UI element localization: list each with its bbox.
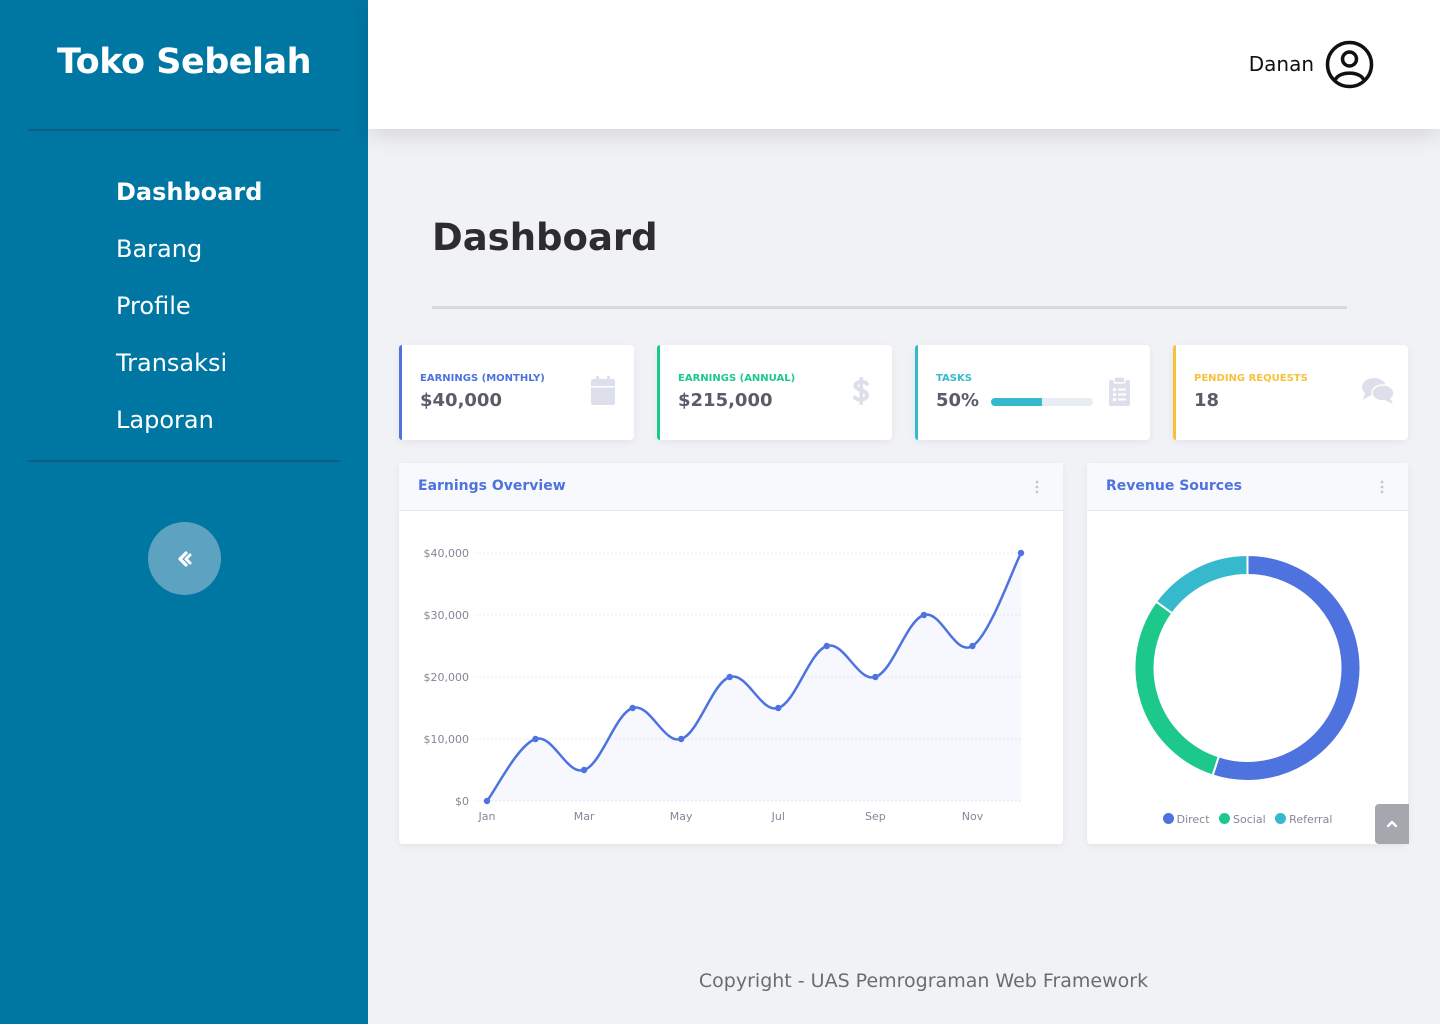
topbar: Danan: [368, 0, 1440, 129]
revenue-sources-panel: Revenue Sources Direct Social Referral: [1087, 463, 1408, 844]
card-accent-bar: [657, 345, 660, 440]
legend-label: Referral: [1289, 813, 1333, 826]
tasks-progress-fill: [991, 398, 1042, 406]
sidebar-item-transaksi[interactable]: Transaksi: [116, 343, 262, 400]
data-point: [1017, 549, 1025, 557]
comments-icon: [1362, 378, 1395, 404]
panel-header: Revenue Sources: [1087, 463, 1408, 511]
user-circle-icon[interactable]: [1325, 40, 1374, 89]
card-value: 18: [1194, 390, 1220, 411]
legend-item-direct[interactable]: Direct: [1162, 813, 1210, 826]
user-name[interactable]: Danan: [1249, 52, 1314, 76]
y-tick-label: $30,000: [424, 609, 470, 622]
legend-item-social[interactable]: Social: [1219, 813, 1266, 826]
card-value: $40,000: [420, 390, 502, 411]
scroll-to-top-button[interactable]: [1375, 804, 1409, 844]
y-tick-label: $20,000: [424, 671, 470, 684]
panel-title: Earnings Overview: [418, 478, 566, 494]
legend-dot: [1219, 813, 1231, 824]
card-tasks: Tasks 50%: [915, 345, 1150, 440]
legend-label: Social: [1233, 813, 1266, 826]
card-value: 50%: [936, 390, 980, 411]
title-divider: [432, 306, 1347, 309]
data-point: [920, 611, 928, 619]
x-tick-label: Nov: [962, 810, 984, 823]
card-label: Pending Requests: [1194, 373, 1308, 384]
panel-title: Revenue Sources: [1106, 478, 1242, 494]
card-accent-bar: [915, 345, 918, 440]
calendar-icon: [591, 376, 615, 405]
card-pending-requests: Pending Requests 18: [1173, 345, 1408, 440]
chart-legend: Direct Social Referral: [1087, 813, 1408, 826]
donut-slice-social: [1133, 600, 1221, 777]
x-tick-label: Sep: [865, 810, 886, 823]
legend-dot: [1162, 813, 1174, 824]
panel-header: Earnings Overview: [399, 463, 1063, 511]
data-point: [677, 735, 685, 743]
revenue-donut-chart: [1133, 553, 1362, 782]
dollar-icon: [853, 377, 870, 405]
tasks-progress-bar: [991, 398, 1093, 406]
card-label: Earnings (Annual): [678, 373, 796, 384]
x-tick-label: Mar: [574, 810, 595, 823]
x-tick-label: Jan: [478, 810, 496, 823]
card-accent-bar: [1173, 345, 1176, 440]
legend-dot: [1275, 813, 1287, 824]
sidebar-nav: Dashboard Barang Profile Transaksi Lapor…: [116, 172, 262, 457]
data-point: [726, 673, 733, 681]
sidebar-item-barang[interactable]: Barang: [116, 229, 262, 286]
x-tick-label: Jul: [771, 810, 785, 823]
card-accent-bar: [399, 345, 402, 440]
brand-title[interactable]: Toko Sebelah: [0, 42, 368, 82]
data-point: [483, 797, 491, 805]
legend-item-referral[interactable]: Referral: [1275, 813, 1332, 826]
sidebar-divider: [28, 460, 340, 462]
donut-slice-direct: [1211, 553, 1362, 782]
sidebar: Toko Sebelah Dashboard Barang Profile Tr…: [0, 0, 368, 1024]
y-tick-label: $40,000: [424, 547, 470, 560]
sidebar-divider: [28, 129, 340, 131]
clipboard-list-icon: [1109, 376, 1130, 406]
chevron-up-icon: [1386, 820, 1398, 828]
sidebar-item-dashboard[interactable]: Dashboard: [116, 172, 262, 229]
x-tick-label: May: [670, 810, 693, 823]
legend-label: Direct: [1176, 813, 1210, 826]
card-earnings-monthly: Earnings (Monthly) $40,000: [399, 345, 634, 440]
card-value: $215,000: [678, 390, 773, 411]
sidebar-item-profile[interactable]: Profile: [116, 286, 262, 343]
footer-copyright: Copyright - UAS Pemrograman Web Framewor…: [698, 970, 1149, 992]
data-point: [969, 642, 976, 650]
y-tick-label: $0: [455, 795, 469, 808]
data-point: [775, 704, 782, 712]
card-earnings-annual: Earnings (Annual) $215,000: [657, 345, 892, 440]
y-tick-label: $10,000: [424, 733, 470, 746]
donut-slice-referral: [1154, 553, 1249, 615]
earnings-overview-panel: Earnings Overview $0 $10,000 $20,000 $30,00…: [399, 463, 1063, 844]
data-point: [823, 642, 831, 650]
data-point: [872, 673, 879, 681]
data-point: [629, 704, 636, 712]
data-point: [580, 766, 588, 774]
kebab-menu-icon[interactable]: [1033, 479, 1041, 495]
chevron-left-icon: [177, 550, 191, 567]
sidebar-item-laporan[interactable]: Laporan: [116, 400, 262, 457]
card-label: Tasks: [936, 373, 972, 384]
sidebar-collapse-button[interactable]: [148, 522, 221, 595]
data-point: [532, 735, 539, 743]
card-label: Earnings (Monthly): [420, 373, 545, 384]
page-title: Dashboard: [432, 216, 658, 259]
earnings-area-chart: $0 $10,000 $20,000 $30,000 $40,000 Jan Mar May J…: [424, 547, 1025, 823]
kebab-menu-icon[interactable]: [1378, 479, 1386, 495]
